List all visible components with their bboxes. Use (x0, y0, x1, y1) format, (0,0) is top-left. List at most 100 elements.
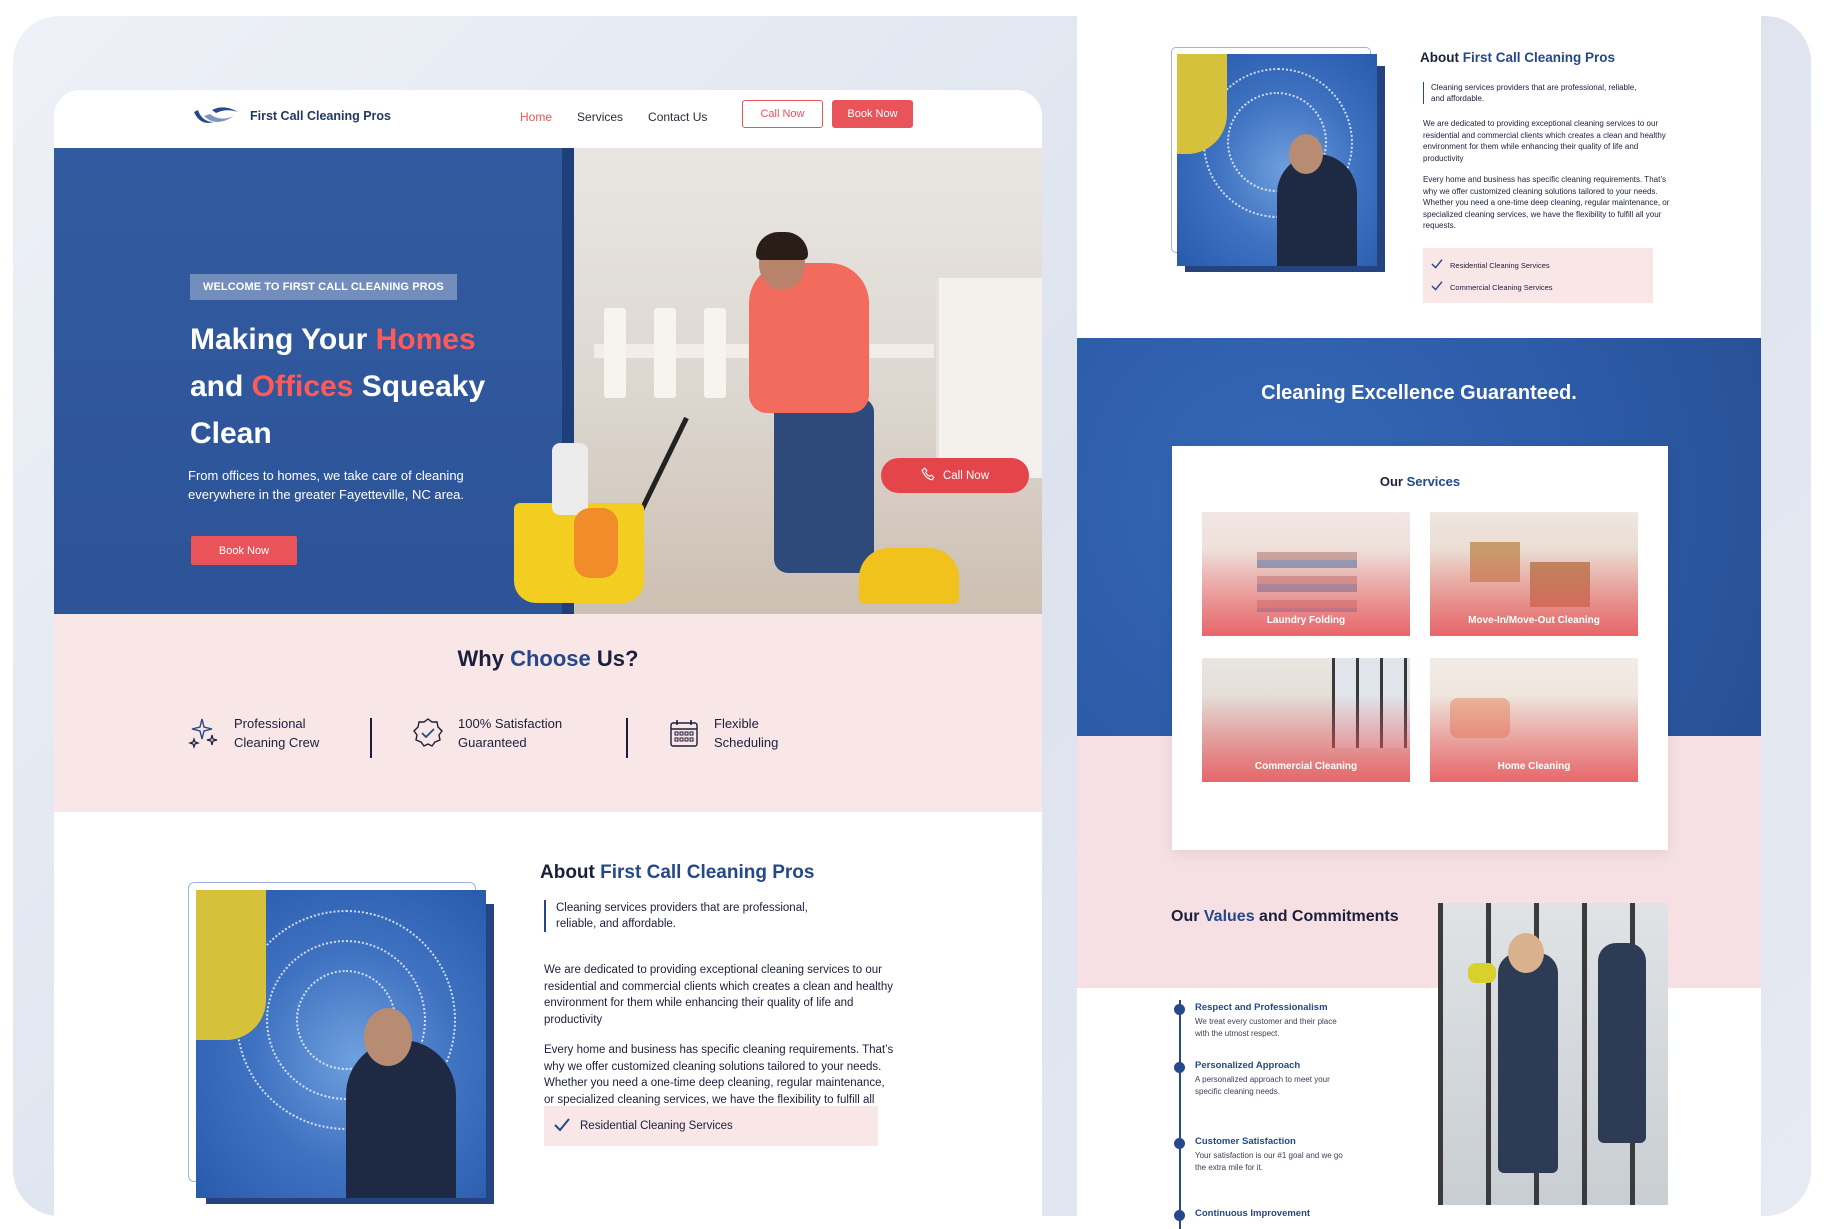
worker-1-head (1508, 933, 1544, 973)
hero-description: From offices to homes, we take care of c… (188, 468, 465, 502)
worker-2 (1598, 943, 1646, 1143)
value-item: Customer Satisfaction Your satisfaction … (1174, 1136, 1375, 1174)
top-nav: First Call Cleaning Pros Home Services C… (54, 90, 1042, 148)
worker-head (1289, 134, 1323, 174)
values-title-text: Our (1171, 908, 1204, 925)
worker-1 (1498, 953, 1558, 1173)
about-title: About First Call Cleaning Pros (1420, 50, 1615, 65)
glove (1468, 963, 1496, 983)
services-title: Our Services (1172, 474, 1668, 489)
about-quote: Cleaning services providers that are pro… (544, 900, 844, 932)
why-title-highlight: Choose (510, 646, 591, 671)
person-legs (774, 398, 874, 573)
why-title-text: Why (457, 646, 511, 671)
check-row: Commercial Cleaning Services (1431, 276, 1645, 298)
excellence-title: Cleaning Excellence Guaranteed. (1261, 382, 1577, 404)
service-label: Home Cleaning (1497, 761, 1571, 772)
feature-line: Scheduling (714, 735, 779, 750)
value-item: Respect and Professionalism We treat eve… (1174, 1002, 1375, 1040)
worker (346, 1040, 456, 1198)
about-title-highlight: First Call Cleaning Pros (1462, 50, 1616, 65)
homepage-scroll-view: About First Call Cleaning Pros Cleaning … (1077, 0, 1761, 1229)
hero-title-text: Making Your (190, 323, 376, 356)
nav-home[interactable]: Home (520, 110, 552, 124)
about-title-text: About (540, 862, 601, 883)
feature-line: Flexible (714, 716, 759, 731)
why-choose-section: Why Choose Us? Professional Cleaning Crew… (54, 614, 1042, 812)
values-title: Our Values and Commitments (1171, 906, 1399, 927)
shelf (936, 278, 1042, 478)
feature-satisfaction: 100% Satisfaction Guaranteed (412, 714, 562, 752)
about-photo (1177, 54, 1377, 266)
hero-overlay: WELCOME TO FIRST CALL CLEANING PROS Maki… (54, 148, 574, 614)
divider (626, 718, 628, 758)
nav-services[interactable]: Services (577, 110, 623, 124)
check-row: Residential Cleaning Services (1431, 254, 1645, 276)
service-label: Commercial Cleaning (1254, 761, 1358, 772)
feature-professional: Professional Cleaning Crew (188, 714, 319, 752)
value-heading: Personalized Approach (1195, 1060, 1301, 1071)
value-heading: Customer Satisfaction (1195, 1136, 1296, 1147)
chair (704, 308, 726, 398)
chair (654, 308, 676, 398)
about-title-highlight: First Call Cleaning Pros (600, 862, 815, 883)
services-title-highlight: Services (1406, 474, 1461, 489)
glove (574, 508, 618, 578)
values-title-highlight: Values (1203, 908, 1255, 925)
phone-icon (921, 467, 935, 484)
checklist: Residential Cleaning Services (544, 1106, 878, 1146)
value-heading: Continuous Improvement (1195, 1208, 1311, 1219)
value-item: Continuous Improvement (1174, 1208, 1375, 1221)
hero-call-now-button[interactable]: Call Now (881, 458, 1029, 493)
about-title-text: About (1420, 50, 1463, 65)
about-paragraph-1: We are dedicated to providing exceptiona… (1423, 119, 1666, 163)
about-paragraph-1: We are dedicated to providing exceptiona… (544, 964, 894, 1026)
about-section: About First Call Cleaning Pros Cleaning … (54, 812, 1042, 1220)
feature-line: Professional (234, 716, 306, 731)
nav-call-now-button[interactable]: Call Now (742, 100, 823, 128)
values-photo (1438, 903, 1668, 1205)
feature-line: 100% Satisfaction (458, 716, 563, 731)
about-title: About First Call Cleaning Pros (540, 862, 814, 884)
nav-contact[interactable]: Contact Us (648, 110, 707, 124)
nav-book-now-button[interactable]: Book Now (832, 100, 913, 128)
divider (370, 718, 372, 758)
value-item: Personalized Approach A personalized app… (1174, 1060, 1375, 1098)
check-icon (1431, 281, 1443, 293)
check-item: Residential Cleaning Services (580, 1120, 733, 1132)
services-title-text: Our (1379, 474, 1407, 489)
service-label: Move-In/Move-Out Cleaning (1468, 615, 1600, 626)
value-heading: Respect and Professionalism (1195, 1002, 1328, 1013)
nav-links: Home Services Contact Us (520, 110, 707, 124)
value-text: Your satisfaction is our #1 goal and we … (1195, 1151, 1343, 1172)
worker (1277, 154, 1357, 266)
hero-book-now-button[interactable]: Book Now (191, 536, 297, 565)
hero-title: Making Your Homes and Offices Squeaky Cl… (190, 316, 570, 457)
feature-line: Guaranteed (458, 735, 527, 750)
service-commercial[interactable]: Commercial Cleaning (1202, 658, 1410, 782)
check-icon (1431, 259, 1443, 271)
check-icon (554, 1117, 570, 1135)
timeline-dot (1174, 1062, 1185, 1073)
sparkles-icon (188, 717, 220, 749)
values-title-text: and Commitments (1254, 908, 1399, 925)
check-item: Commercial Cleaning Services (1450, 282, 1553, 292)
logo[interactable]: First Call Cleaning Pros (190, 104, 391, 128)
hero-call-label: Call Now (942, 469, 989, 482)
homepage-desktop: First Call Cleaning Pros Home Services C… (54, 90, 1042, 1220)
about-quote: Cleaning services providers that are pro… (1423, 82, 1643, 104)
about-photo (196, 890, 486, 1198)
welcome-tag: WELCOME TO FIRST CALL CLEANING PROS (190, 274, 457, 300)
hero-section: WELCOME TO FIRST CALL CLEANING PROS Maki… (54, 148, 1042, 614)
checklist: Residential Cleaning Services Commercial… (1423, 248, 1653, 303)
service-move-in-out[interactable]: Move-In/Move-Out Cleaning (1430, 512, 1638, 636)
feature-scheduling: Flexible Scheduling (668, 714, 778, 752)
calendar-icon (668, 717, 700, 749)
value-text: We treat every customer and their place … (1195, 1017, 1337, 1038)
service-laundry-folding[interactable]: Laundry Folding (1202, 512, 1410, 636)
person-shirt (749, 263, 869, 413)
service-home[interactable]: Home Cleaning (1430, 658, 1638, 782)
worker-head (364, 1008, 412, 1066)
about-paragraph-2: Every home and business has specific cle… (1423, 175, 1670, 230)
vacuum (859, 548, 959, 604)
